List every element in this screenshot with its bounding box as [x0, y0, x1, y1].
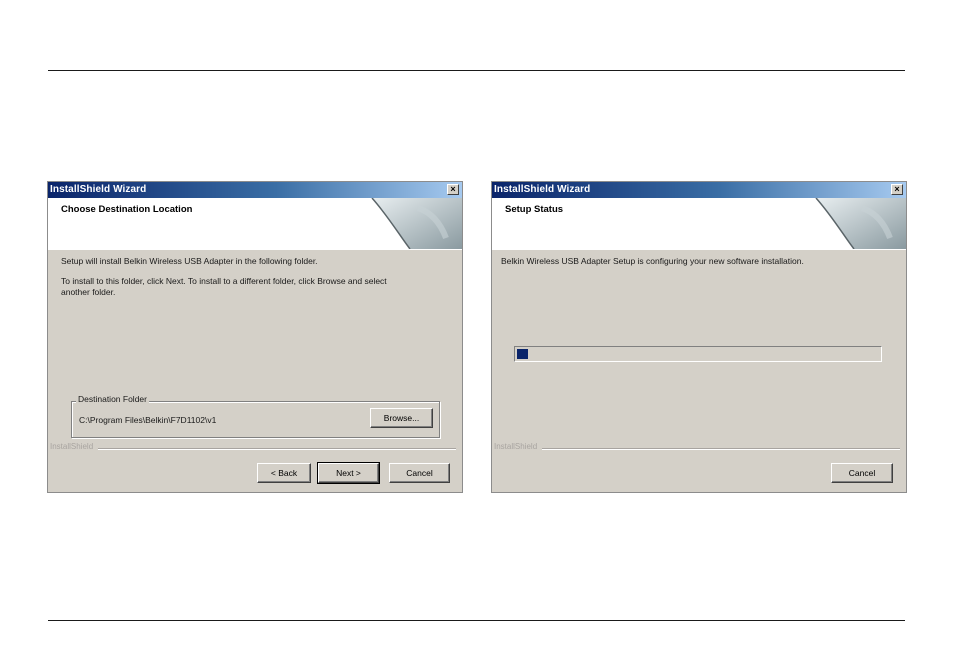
page-title: Choose Destination Location: [61, 204, 193, 215]
status-text: Belkin Wireless USB Adapter Setup is con…: [501, 256, 804, 266]
destination-path: C:\Program Files\Belkin\F7D1102\v1: [79, 415, 217, 425]
installshield-dialog-destination: InstallShield Wizard × Choose Destinatio…: [47, 181, 463, 493]
brand-divider: [98, 448, 456, 450]
page-title: Setup Status: [505, 204, 564, 215]
cancel-button[interactable]: Cancel: [831, 463, 893, 483]
wizard-header: Setup Status: [492, 198, 906, 250]
installshield-dialog-status: InstallShield Wizard × Setup Status Belk…: [491, 181, 907, 493]
header-divider: [492, 249, 906, 250]
bottom-rule: [48, 620, 905, 621]
cancel-button[interactable]: Cancel: [389, 463, 450, 483]
top-rule: [48, 70, 905, 71]
instruction-text: To install to this folder, click Next. T…: [61, 276, 387, 286]
installshield-graphic-icon: [815, 198, 906, 249]
intro-text: Setup will install Belkin Wireless USB A…: [61, 256, 318, 266]
installshield-brand: InstallShield: [50, 442, 98, 451]
close-button[interactable]: ×: [891, 184, 903, 195]
progress-fill: [517, 349, 528, 359]
install-progress-bar: [514, 346, 882, 362]
close-button[interactable]: ×: [447, 184, 459, 195]
window-title: InstallShield Wizard: [494, 184, 591, 195]
next-button[interactable]: Next >: [317, 462, 380, 484]
close-icon: ×: [894, 184, 900, 194]
brand-divider: [542, 448, 900, 450]
title-bar[interactable]: InstallShield Wizard ×: [48, 182, 462, 198]
header-divider: [48, 249, 462, 250]
window-title: InstallShield Wizard: [50, 184, 147, 195]
installshield-brand: InstallShield: [494, 442, 542, 451]
installshield-graphic-icon: [371, 198, 462, 249]
wizard-header: Choose Destination Location: [48, 198, 462, 250]
close-icon: ×: [450, 184, 456, 194]
title-bar[interactable]: InstallShield Wizard ×: [492, 182, 906, 198]
browse-button[interactable]: Browse...: [370, 408, 433, 428]
instruction-text-cont: another folder.: [61, 287, 116, 297]
destination-folder-label: Destination Folder: [76, 394, 149, 404]
back-button[interactable]: < Back: [257, 463, 311, 483]
